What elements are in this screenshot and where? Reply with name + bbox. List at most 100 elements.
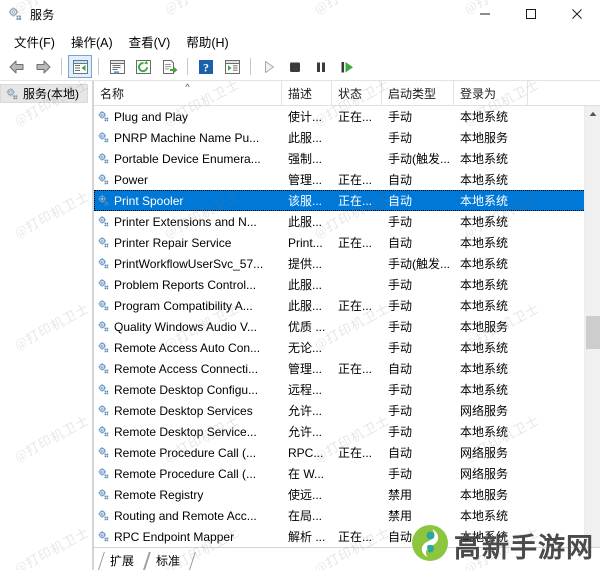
row-description: RPC... bbox=[288, 445, 324, 460]
row-description: 使远... bbox=[288, 488, 323, 502]
table-row[interactable]: Quality Windows Audio V... 优质 ... 手动 本地服务 bbox=[94, 316, 600, 337]
pause-service-icon[interactable] bbox=[309, 55, 333, 78]
row-service-name: Print Spooler bbox=[94, 194, 282, 208]
row-status: 正在... bbox=[338, 299, 373, 313]
service-gear-icon bbox=[97, 530, 110, 543]
row-name-label: Remote Procedure Call (... bbox=[114, 466, 257, 481]
row-name-label: Remote Procedure Call (... bbox=[114, 445, 257, 460]
row-service-name: Remote Desktop Configu... bbox=[94, 383, 282, 397]
table-row[interactable]: PNRP Machine Name Pu... 此服... 手动 本地服务 bbox=[94, 127, 600, 148]
table-row[interactable]: Portable Device Enumera... 强制... 手动(触发... 本… bbox=[94, 148, 600, 169]
scroll-up-button[interactable] bbox=[585, 106, 600, 122]
table-row[interactable]: Remote Desktop Service... 允许... 手动 本地系统 bbox=[94, 421, 600, 442]
row-description: Print... bbox=[288, 235, 323, 250]
properties-window-icon[interactable] bbox=[105, 55, 129, 78]
table-row[interactable]: Remote Access Auto Con... 无论... 手动 本地系统 bbox=[94, 337, 600, 358]
scrollbar-thumb[interactable] bbox=[586, 316, 600, 349]
row-service-name: PNRP Machine Name Pu... bbox=[94, 131, 282, 145]
show-action-pane-icon[interactable] bbox=[220, 55, 244, 78]
sidebar-item-label: 服务(本地) bbox=[23, 87, 79, 101]
column-header-description[interactable]: 描述 bbox=[282, 81, 332, 105]
menu-action[interactable]: 操作(A) bbox=[65, 30, 123, 53]
service-gear-icon bbox=[97, 215, 110, 228]
table-row[interactable]: Program Compatibility A... 此服... 正在... 手动 本地… bbox=[94, 295, 600, 316]
row-startup-type: 手动 bbox=[388, 383, 413, 397]
row-description: 允许... bbox=[288, 404, 323, 418]
table-row[interactable]: Remote Registry 使远... 禁用 本地服务 bbox=[94, 484, 600, 505]
service-gear-icon bbox=[97, 152, 110, 165]
export-list-icon[interactable] bbox=[157, 55, 181, 78]
row-description: 解析 ... bbox=[288, 530, 326, 544]
brand-name: 高新手游网 bbox=[454, 533, 594, 563]
row-status: 正在... bbox=[338, 362, 373, 376]
row-log-on-as: 本地系统 bbox=[460, 215, 509, 229]
row-status: 正在... bbox=[338, 236, 373, 250]
column-header-startup-type[interactable]: 启动类型 bbox=[382, 81, 454, 105]
row-description: 远程... bbox=[288, 383, 323, 397]
table-row[interactable]: Remote Procedure Call (... RPC... 正在... 自动 网… bbox=[94, 442, 600, 463]
row-name-label: Remote Access Connecti... bbox=[114, 361, 259, 376]
table-row[interactable]: Problem Reports Control... 此服... 手动 本地系统 bbox=[94, 274, 600, 295]
column-header-name[interactable]: 名称 ^ bbox=[94, 81, 282, 105]
row-name-label: Plug and Play bbox=[114, 109, 189, 124]
column-header-name-label: 名称 bbox=[100, 86, 125, 101]
row-startup-type: 手动 bbox=[388, 215, 413, 229]
stop-service-icon[interactable] bbox=[283, 55, 307, 78]
menu-file[interactable]: 文件(F) bbox=[8, 30, 65, 53]
close-button[interactable] bbox=[554, 0, 600, 28]
table-row[interactable]: Remote Desktop Services 允许... 手动 网络服务 bbox=[94, 400, 600, 421]
row-description: 管理... bbox=[288, 173, 323, 187]
table-row[interactable]: Print Spooler 该服... 正在... 自动 本地系统 bbox=[94, 190, 600, 211]
table-row[interactable]: PrintWorkflowUserSvc_57... 提供... 手动(触发... 本… bbox=[94, 253, 600, 274]
maximize-button[interactable] bbox=[508, 0, 554, 28]
services-window: 服务 文件(F) 操作(A) 查看(V) 帮助(H) ? 服务(本地) 名称 ^… bbox=[0, 0, 600, 570]
tab-standard[interactable]: 标准 bbox=[144, 552, 190, 570]
column-header-spacer[interactable] bbox=[528, 81, 578, 105]
minimize-button[interactable] bbox=[462, 0, 508, 28]
row-name-label: Program Compatibility A... bbox=[114, 298, 253, 313]
column-header-status[interactable]: 状态 bbox=[332, 81, 382, 105]
help-icon[interactable]: ? bbox=[194, 55, 218, 78]
table-row[interactable]: Plug and Play 使计... 正在... 手动 本地系统 bbox=[94, 106, 600, 127]
table-row[interactable]: Remote Access Connecti... 管理... 正在... 自动 本地系… bbox=[94, 358, 600, 379]
service-gear-icon bbox=[97, 383, 110, 396]
services-rows[interactable]: Plug and Play 使计... 正在... 手动 本地系统 PNRP Machin… bbox=[94, 106, 600, 570]
show-hide-tree-icon[interactable] bbox=[68, 55, 92, 78]
row-description: 此服... bbox=[288, 299, 323, 313]
row-startup-type: 自动 bbox=[388, 173, 413, 187]
tab-extended[interactable]: 扩展 bbox=[98, 552, 144, 570]
row-log-on-as: 本地系统 bbox=[460, 194, 509, 208]
row-log-on-as: 本地系统 bbox=[460, 278, 509, 292]
column-header-log-on-as[interactable]: 登录为 bbox=[454, 81, 528, 105]
row-service-name: Quality Windows Audio V... bbox=[94, 320, 282, 334]
sort-ascending-icon: ^ bbox=[185, 82, 190, 92]
window-title: 服务 bbox=[30, 7, 55, 22]
sidebar-item-services-local[interactable]: 服务(本地) bbox=[0, 84, 88, 103]
row-service-name: Remote Procedure Call (... bbox=[94, 446, 282, 460]
row-startup-type: 手动 bbox=[388, 425, 413, 439]
table-row[interactable]: Remote Procedure Call (... 在 W... 手动 网络服务 bbox=[94, 463, 600, 484]
row-service-name: Plug and Play bbox=[94, 110, 282, 124]
row-service-name: Portable Device Enumera... bbox=[94, 152, 282, 166]
row-name-label: Print Spooler bbox=[114, 193, 184, 208]
service-gear-icon bbox=[97, 110, 110, 123]
menu-view[interactable]: 查看(V) bbox=[123, 30, 181, 53]
row-description: 使计... bbox=[288, 110, 323, 124]
table-row[interactable]: Printer Extensions and N... 此服... 手动 本地系统 bbox=[94, 211, 600, 232]
vertical-scrollbar[interactable] bbox=[584, 106, 600, 570]
menu-help[interactable]: 帮助(H) bbox=[180, 30, 238, 53]
row-startup-type: 自动 bbox=[388, 236, 413, 250]
row-name-label: Printer Extensions and N... bbox=[114, 214, 257, 229]
refresh-icon[interactable] bbox=[131, 55, 155, 78]
start-service-icon[interactable] bbox=[257, 55, 281, 78]
row-service-name: Program Compatibility A... bbox=[94, 299, 282, 313]
row-startup-type: 手动 bbox=[388, 110, 413, 124]
row-log-on-as: 本地系统 bbox=[460, 110, 509, 124]
table-row[interactable]: Remote Desktop Configu... 远程... 手动 本地系统 bbox=[94, 379, 600, 400]
back-arrow-icon[interactable] bbox=[5, 55, 29, 78]
table-row[interactable]: Power 管理... 正在... 自动 本地系统 bbox=[94, 169, 600, 190]
forward-arrow-icon[interactable] bbox=[31, 55, 55, 78]
restart-service-icon[interactable] bbox=[335, 55, 359, 78]
table-row[interactable]: Printer Repair Service Print... 正在... 自动 本地系… bbox=[94, 232, 600, 253]
row-startup-type: 自动 bbox=[388, 194, 413, 208]
